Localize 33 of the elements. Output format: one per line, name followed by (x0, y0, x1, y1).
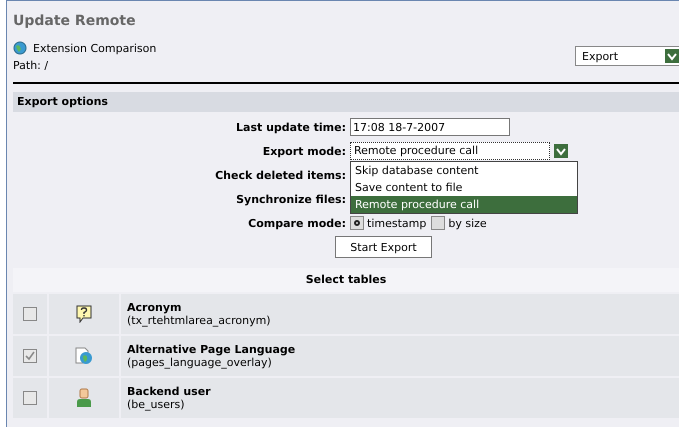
field-label: Last update time: (235, 120, 347, 134)
start-export-button[interactable]: Start Export (335, 236, 432, 258)
field-label: Synchronize files: (235, 192, 347, 206)
path-text: Path: / (13, 59, 50, 72)
dropdown-option[interactable]: Save content to file (351, 179, 577, 196)
dropdown-option[interactable]: Skip database content (351, 162, 577, 179)
section-header: Export options (13, 92, 679, 112)
table-name: Alternative Page Language (127, 343, 296, 356)
location-name: Extension Comparison (33, 42, 156, 54)
globe-icon (13, 41, 27, 55)
table-header: Select tables (13, 268, 679, 292)
field-label: Export mode: (262, 144, 347, 158)
radio-label: timestamp (367, 216, 426, 230)
table-id: (tx_rtehtmlarea_acronym) (127, 314, 271, 327)
page-title: Update Remote (13, 13, 137, 29)
radio-button[interactable] (431, 216, 446, 230)
field-label: Check deleted items: (214, 168, 347, 182)
checkbox[interactable] (23, 391, 37, 405)
table-id: (be_users) (127, 398, 186, 411)
table-id: (pages_language_overlay) (127, 356, 273, 369)
checkbox[interactable] (23, 307, 37, 321)
question-bubble-icon (76, 305, 92, 323)
radio-label: by size (448, 216, 487, 230)
table-name: Acronym (127, 301, 182, 314)
checkbox[interactable] (23, 349, 37, 363)
table-name: Backend user (127, 385, 211, 398)
radio-button[interactable] (350, 216, 364, 230)
page-globe-icon (75, 347, 93, 365)
field-label: Compare mode: (247, 216, 347, 230)
text-field[interactable]: 17:08 18-7-2007 (350, 118, 510, 136)
user-icon (76, 388, 92, 408)
dropdown-option[interactable]: Remote procedure call (351, 196, 577, 213)
action-select[interactable]: Export (575, 46, 679, 66)
